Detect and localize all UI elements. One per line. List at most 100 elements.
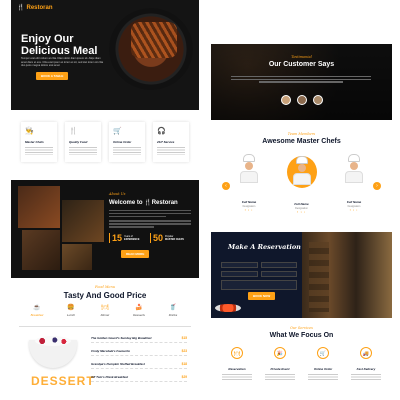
avatar[interactable] (280, 95, 291, 105)
testimonial-title: Our Customer Says (268, 61, 335, 68)
avatar[interactable] (312, 95, 323, 105)
focus-card[interactable]: 🛒 Online Order (305, 347, 341, 380)
focus-title: Fast Delivery (356, 367, 376, 371)
book-table-button[interactable]: BOOK A TABLE (36, 72, 69, 80)
focus-card[interactable]: 🚚 Fast Delivery (348, 347, 384, 380)
utensils-icon: 🍴 (17, 5, 25, 11)
chef-name: Full Name (346, 200, 362, 204)
focus-text (222, 374, 252, 380)
testimonial-avatars[interactable] (211, 95, 392, 105)
chevron-left-icon[interactable]: ‹ (222, 182, 230, 190)
dessert-bowl-image (29, 336, 77, 368)
service-card[interactable]: 🍴 Quality Food (65, 122, 101, 162)
menu-tab-icon: 🍰 (135, 305, 143, 311)
service-text (113, 147, 141, 155)
special-request-field[interactable] (221, 280, 297, 290)
tab-lunch[interactable]: 🍔 Lunch (57, 304, 85, 317)
menu-item[interactable]: Off Tom's Plank Breakfast $29 (91, 375, 187, 382)
menu-item-name: The Golden Gourd's Sunday Big Breakfast (91, 336, 152, 340)
reservation-form (221, 262, 297, 290)
menu-section: Food Menu Tasty And Good Price ☕ Breakfas… (11, 282, 199, 400)
chevron-right-icon[interactable]: › (373, 182, 381, 190)
chef-photo (237, 154, 261, 194)
chef-icon: 👨‍🍳 (25, 128, 34, 135)
focus-title: Reservation (228, 367, 246, 371)
tab-drinks[interactable]: 🥤 Drinks (159, 304, 187, 317)
service-card[interactable]: 🎧 24/7 Service (153, 122, 189, 162)
service-text (69, 147, 97, 155)
chef-role: Designation (295, 207, 308, 210)
reservation-section: Make A Reservation BOOK NOW (211, 232, 392, 318)
focus-title: Private Event (270, 367, 290, 371)
about-section: About Us Welcome to 🍴Restoran 15 Years o… (11, 180, 199, 278)
chef-card[interactable]: Full Name Designation f t i (338, 152, 370, 214)
menu-item-price: $29 (181, 375, 187, 379)
email-field[interactable] (260, 262, 297, 268)
focus-text (265, 374, 295, 380)
chef-photo (342, 154, 366, 194)
focus-script: Our Services (290, 326, 313, 330)
menu-title: Tasty And Good Price (63, 291, 147, 300)
menu-item-price: $15 (181, 336, 187, 340)
chef-card[interactable]: Full Name Designation f t i (286, 152, 318, 214)
service-text (157, 147, 185, 155)
social-icons[interactable]: f t i (286, 211, 318, 214)
chef-card[interactable]: Full Name Designation f t i (233, 152, 265, 214)
utensils-icon: 🍴 (69, 128, 78, 135)
menu-item[interactable]: The Golden Gourd's Sunday Big Breakfast $… (91, 336, 187, 343)
dessert-word: DESSERT (31, 374, 95, 388)
brand-logo[interactable]: 🍴 Restoran (17, 4, 53, 12)
chef-name: Full Name (241, 200, 257, 204)
tab-desserts[interactable]: 🍰 Desserts (125, 304, 153, 317)
cart-icon: 🛒 (113, 128, 122, 135)
service-text (25, 147, 53, 155)
service-title: 24/7 Service (157, 140, 175, 144)
menu-item-name: Cindy Marsdale's Favourite (91, 349, 130, 353)
stat-experience: 15 Years of EXPERIENCE (109, 233, 139, 243)
about-text-lines (109, 210, 191, 228)
menu-item[interactable]: Cindy Marsdale's Favourite $23 (91, 349, 187, 356)
stat-chefs: 50 Popular MASTER CHEFS (150, 233, 184, 243)
focus-card[interactable]: 🎉 Private Event (262, 347, 298, 380)
tab-dinner[interactable]: 🍽 Dinner (91, 304, 119, 317)
focus-icon: 🚚 (360, 347, 372, 359)
menu-item[interactable]: Grandpa's Pumpkin Stuffed Breakfast $18 (91, 362, 187, 369)
hero-skewers-image (131, 22, 177, 58)
read-more-button[interactable]: READ MORE (121, 250, 150, 258)
menu-tabs: ☕ Breakfast 🍔 Lunch 🍽 Dinner 🍰 Desserts 🥤 Drinks (23, 304, 187, 317)
menu-item-name: Grandpa's Pumpkin Stuffed Breakfast (91, 362, 145, 366)
focus-items: 🍽 Reservation 🎉 Private Event 🛒 Online Order 🚚… (219, 347, 384, 380)
focus-text (308, 374, 338, 380)
caviar-spoon-image (215, 304, 241, 312)
social-icons[interactable]: f t i (338, 209, 370, 212)
chefs-title: Awesome Master Chefs (262, 138, 341, 145)
hero-body: Tempor erat elitr rebum at clita. Diam d… (21, 57, 104, 67)
tab-breakfast[interactable]: ☕ Breakfast (23, 304, 51, 317)
focus-icon: 🎉 (274, 347, 286, 359)
chefs-script: Team Members (287, 132, 316, 136)
testimonial-script: Testimonial (291, 55, 312, 59)
chef-name: Full Name (294, 202, 309, 206)
menu-tab-label: Drinks (168, 313, 178, 317)
menu-item-price: $23 (181, 349, 187, 353)
menu-tab-icon: 🍔 (67, 305, 75, 311)
datetime-field[interactable] (221, 271, 258, 277)
service-card[interactable]: 👨‍🍳 Master Chefs (21, 122, 57, 162)
focus-card[interactable]: 🍽 Reservation (219, 347, 255, 380)
people-select[interactable] (260, 271, 297, 277)
menu-tab-label: Dinner (100, 313, 110, 317)
chef-role: Designation (347, 205, 361, 208)
book-now-button[interactable]: BOOK NOW (248, 292, 276, 300)
chef-cards: Full Name Designation f t i Full Name Design… (233, 152, 370, 214)
name-field[interactable] (221, 262, 258, 268)
headset-icon: 🎧 (157, 128, 166, 135)
chef-photo (286, 156, 317, 188)
avatar[interactable] (296, 95, 307, 105)
focus-icon: 🍽 (231, 347, 243, 359)
services-section: 👨‍🍳 Master Chefs 🍴 Quality Food 🛒 Online Orde… (11, 122, 199, 170)
about-script: About Us (109, 192, 126, 196)
service-card[interactable]: 🛒 Online Order (109, 122, 145, 162)
menu-script: Food Menu (95, 285, 115, 289)
social-icons[interactable]: f t i (233, 209, 265, 212)
focus-icon: 🛒 (317, 347, 329, 359)
